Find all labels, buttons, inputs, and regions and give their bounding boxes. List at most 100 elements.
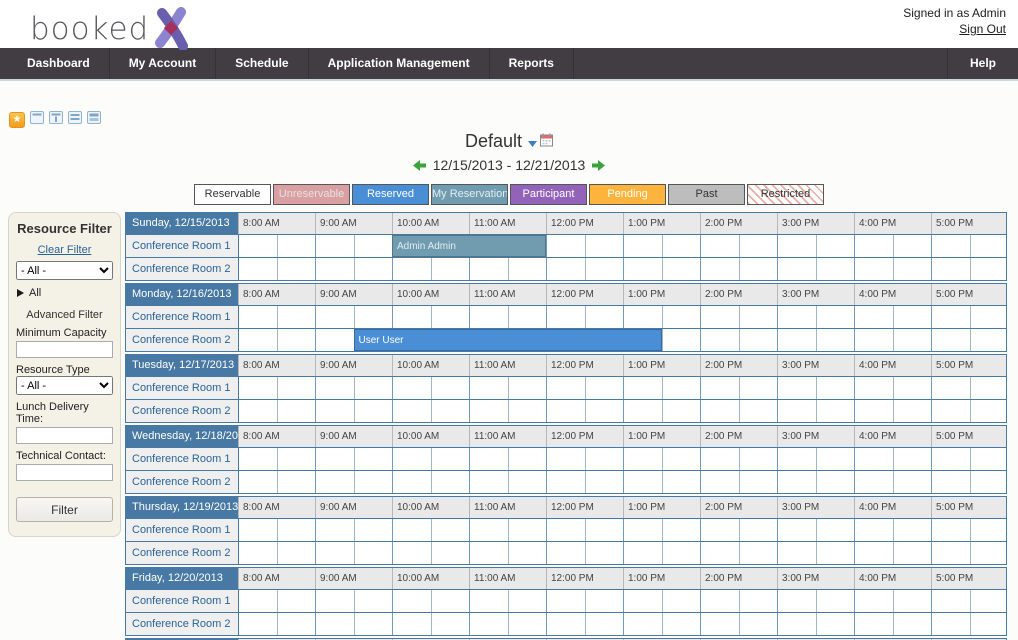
reservable-slot[interactable] [508,306,547,328]
reservable-slot[interactable] [777,519,816,541]
reservable-slot[interactable] [354,306,393,328]
reservable-slot[interactable] [662,258,701,280]
reservable-slot[interactable] [238,519,277,541]
reservable-slot[interactable] [623,519,662,541]
reservable-slot[interactable] [970,258,1008,280]
reservable-slot[interactable] [238,377,277,399]
reservable-slot[interactable] [777,590,816,612]
reservable-slot[interactable] [277,235,316,257]
reservable-slot[interactable] [508,471,547,493]
reservable-slot[interactable] [392,306,431,328]
reservable-slot[interactable] [854,613,893,635]
reservable-slot[interactable] [816,235,855,257]
technical-contact-input[interactable] [16,464,113,481]
reservable-slot[interactable] [739,306,778,328]
reservable-slot[interactable] [777,235,816,257]
sign-out-link[interactable]: Sign Out [959,22,1006,36]
reservable-slot[interactable] [238,329,277,351]
reservable-slot[interactable] [469,377,508,399]
reservable-slot[interactable] [893,306,932,328]
reservable-slot[interactable] [854,448,893,470]
reservable-slot[interactable] [277,377,316,399]
reservable-slot[interactable] [893,235,932,257]
reservable-slot[interactable] [546,519,585,541]
reservable-slot[interactable] [777,258,816,280]
next-week-arrow-icon[interactable] [592,160,605,171]
reservable-slot[interactable] [854,590,893,612]
reservable-slot[interactable] [816,590,855,612]
nav-item-schedule[interactable]: Schedule [216,48,308,79]
reservable-slot[interactable] [739,590,778,612]
reservable-slot[interactable] [854,400,893,422]
reservable-slot[interactable] [739,613,778,635]
reservable-slot[interactable] [854,471,893,493]
reservable-slot[interactable] [277,590,316,612]
reservable-slot[interactable] [585,258,624,280]
reservable-slot[interactable] [662,329,701,351]
reservable-slot[interactable] [662,377,701,399]
reservable-slot[interactable] [700,377,739,399]
reservable-slot[interactable] [700,258,739,280]
reservable-slot[interactable] [739,448,778,470]
reservable-slot[interactable] [392,258,431,280]
reservable-slot[interactable] [700,448,739,470]
reservable-slot[interactable] [970,235,1008,257]
reservable-slot[interactable] [970,613,1008,635]
reservable-slot[interactable] [585,519,624,541]
reservable-slot[interactable] [931,400,970,422]
reservable-slot[interactable] [354,258,393,280]
reservable-slot[interactable] [277,519,316,541]
reservable-slot[interactable] [354,377,393,399]
clear-filter-link[interactable]: Clear Filter [16,244,113,256]
reservable-slot[interactable] [739,471,778,493]
reservable-slot[interactable] [816,519,855,541]
reservable-slot[interactable] [970,542,1008,564]
reservable-slot[interactable] [431,258,470,280]
reservable-slot[interactable] [893,542,932,564]
reservable-slot[interactable] [431,306,470,328]
reservable-slot[interactable] [392,471,431,493]
resource-link-conference-room-2[interactable]: Conference Room 2 [126,400,238,422]
resource-link-conference-room-1[interactable]: Conference Room 1 [126,306,238,328]
reservable-slot[interactable] [469,613,508,635]
layout-standard-icon[interactable] [30,111,44,129]
reservable-slot[interactable] [238,542,277,564]
reservable-slot[interactable] [931,590,970,612]
reservable-slot[interactable] [700,400,739,422]
filter-button[interactable]: Filter [16,497,113,522]
reservable-slot[interactable] [970,329,1008,351]
resource-group-select[interactable]: - All - [16,261,113,280]
resource-link-conference-room-2[interactable]: Conference Room 2 [126,471,238,493]
reservable-slot[interactable] [893,329,932,351]
reservable-slot[interactable] [816,471,855,493]
reservable-slot[interactable] [854,542,893,564]
reservable-slot[interactable] [354,448,393,470]
reservable-slot[interactable] [469,542,508,564]
reservable-slot[interactable] [739,329,778,351]
reservable-slot[interactable] [739,542,778,564]
reservable-slot[interactable] [277,613,316,635]
resource-link-conference-room-2[interactable]: Conference Room 2 [126,329,238,351]
reservable-slot[interactable] [700,235,739,257]
reservable-slot[interactable] [392,613,431,635]
reservable-slot[interactable] [585,542,624,564]
reservable-slot[interactable] [623,471,662,493]
reservable-slot[interactable] [931,258,970,280]
reservable-slot[interactable] [585,306,624,328]
reservable-slot[interactable] [854,306,893,328]
nav-item-application-management[interactable]: Application Management [309,48,490,79]
reservable-slot[interactable] [854,329,893,351]
reservable-slot[interactable] [893,613,932,635]
reservable-slot[interactable] [893,448,932,470]
reservable-slot[interactable] [546,613,585,635]
reservable-slot[interactable] [816,400,855,422]
resource-link-conference-room-1[interactable]: Conference Room 1 [126,448,238,470]
previous-week-arrow-icon[interactable] [413,160,426,171]
reservable-slot[interactable] [893,471,932,493]
reservable-slot[interactable] [354,613,393,635]
reservable-slot[interactable] [315,400,354,422]
reservable-slot[interactable] [893,258,932,280]
reservable-slot[interactable] [623,306,662,328]
reservable-slot[interactable] [662,306,701,328]
reservable-slot[interactable] [662,590,701,612]
